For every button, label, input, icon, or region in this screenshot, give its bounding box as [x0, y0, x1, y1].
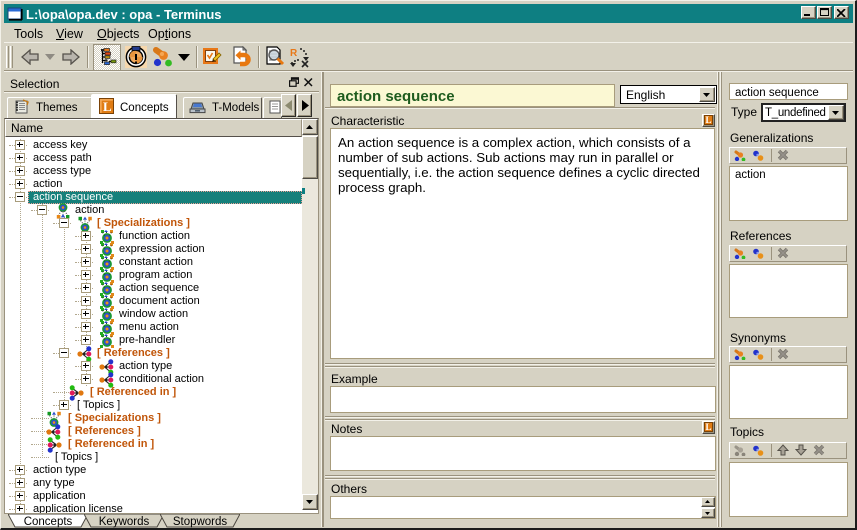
svg-text:L: L — [103, 99, 112, 114]
svg-text:R: R — [290, 48, 298, 59]
